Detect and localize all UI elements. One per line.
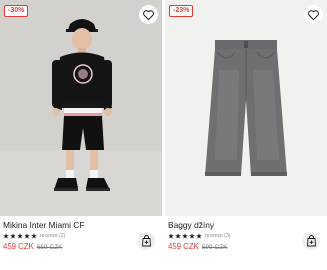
add-to-cart-icon [306,235,316,247]
sale-price: 459 CZK [168,242,199,251]
heart-icon [143,9,154,20]
sale-price: 459 CZK [3,242,34,251]
star-icon [24,233,30,239]
star-icon [196,233,202,239]
original-price: 599 CZK [201,244,228,251]
rating-stars [168,233,202,239]
product-card[interactable]: -30% Mikina Inter Miami CF recenze (2) 4… [0,0,162,270]
review-count[interactable]: recenze (2) [40,233,65,239]
rating-stars [3,233,37,239]
product-image[interactable] [0,0,162,216]
add-to-cart-icon [141,235,151,247]
star-icon [189,233,195,239]
star-icon [182,233,188,239]
product-rating: recenze (2) [3,233,65,239]
star-icon [10,233,16,239]
product-name[interactable]: Mikina Inter Miami CF [3,220,153,230]
star-icon [175,233,181,239]
star-icon [31,233,37,239]
product-card[interactable]: -23% Baggy džíny recenze (3) 459 CZK 599… [165,0,327,270]
star-icon [3,233,9,239]
star-icon [168,233,174,239]
product-rating: recenze (3) [168,233,230,239]
star-icon [17,233,23,239]
heart-icon [308,9,319,20]
price-row: 459 CZK 659 CZK [3,242,62,251]
discount-badge: -30% [4,5,29,17]
product-name[interactable]: Baggy džíny [168,220,318,230]
favorite-button[interactable] [304,5,323,24]
add-to-cart-button[interactable] [302,232,320,250]
discount-badge: -23% [169,5,194,17]
favorite-button[interactable] [139,5,158,24]
review-count[interactable]: recenze (3) [205,233,230,239]
add-to-cart-button[interactable] [137,232,155,250]
product-grid: -30% Mikina Inter Miami CF recenze (2) 4… [0,0,327,270]
price-row: 459 CZK 599 CZK [168,242,227,251]
original-price: 659 CZK [36,244,63,251]
product-image[interactable] [165,0,327,216]
